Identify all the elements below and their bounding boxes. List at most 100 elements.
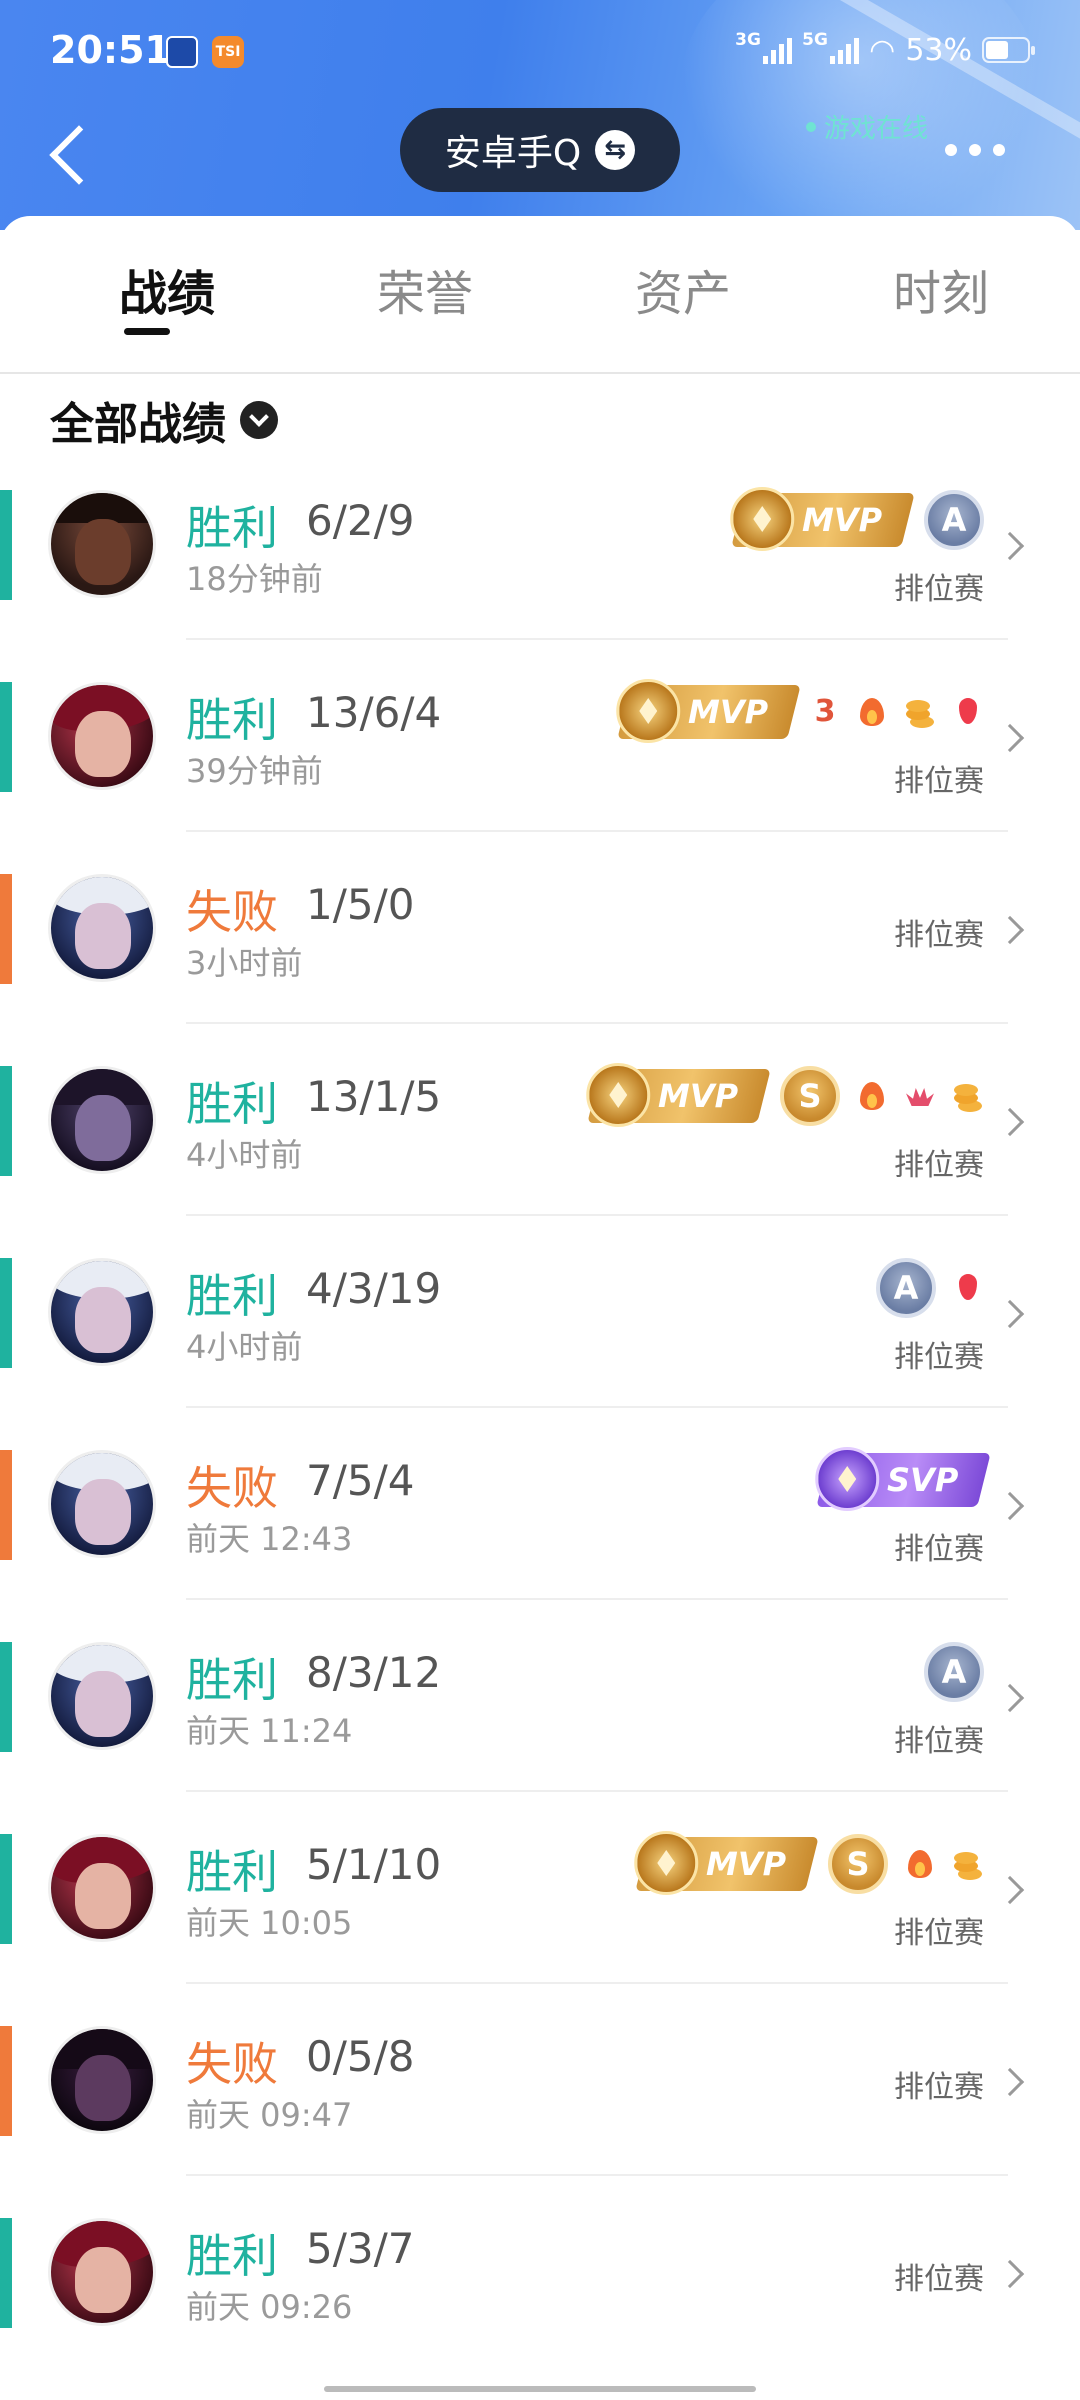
match-result: 胜利 — [186, 1077, 278, 1131]
fire-icon — [856, 1080, 888, 1112]
hero-avatar — [48, 1258, 156, 1366]
result-color-bar — [0, 1450, 12, 1560]
match-badges: A — [924, 1640, 984, 1704]
match-record-row[interactable]: 胜利 13/6/4 39分钟前 排位赛 MVP 3 — [0, 640, 1080, 832]
hero-face — [75, 903, 131, 969]
chevron-right-icon — [995, 1683, 1025, 1713]
match-result: 胜利 — [186, 1269, 278, 1323]
result-color-bar — [0, 682, 12, 792]
back-button[interactable] — [40, 112, 100, 192]
hero-avatar — [48, 1450, 156, 1558]
hero-avatar — [48, 1642, 156, 1750]
chevron-right-icon — [995, 1875, 1025, 1905]
notification-app-icon: TSI — [212, 36, 244, 68]
match-mode: 排位赛 — [894, 1340, 984, 1375]
chevron-right-icon — [995, 2067, 1025, 2097]
coins-icon — [952, 1080, 984, 1112]
mvp-emblem-icon — [586, 1063, 651, 1127]
hero-avatar — [48, 2218, 156, 2326]
signal-5g-icon: 5G — [802, 30, 860, 64]
mvp-badge: MVP — [586, 1063, 771, 1127]
match-record-row[interactable]: 失败 7/5/4 前天 12:43 排位赛 SVP — [0, 1408, 1080, 1600]
status-bar: 20:51 TSI 3G 5G ◠ 53% — [0, 0, 1080, 100]
grade-s-badge: S — [780, 1066, 840, 1126]
result-color-bar — [0, 1258, 12, 1368]
tab-bar: 战绩 荣誉 资产 时刻 — [0, 216, 1080, 374]
match-badges: MVP A — [730, 487, 984, 552]
battery-icon — [982, 37, 1035, 63]
lotus-icon — [904, 1080, 936, 1112]
match-record-row[interactable]: 胜利 8/3/12 前天 11:24 排位赛 A — [0, 1600, 1080, 1792]
svp-badge: SVP — [814, 1447, 991, 1511]
match-mode: 排位赛 — [894, 572, 984, 607]
match-record-row[interactable]: 胜利 4/3/19 4小时前 排位赛 A — [0, 1216, 1080, 1408]
match-badges: A — [876, 1256, 984, 1320]
match-result: 胜利 — [186, 501, 278, 555]
match-mode: 排位赛 — [894, 1148, 984, 1183]
more-dot — [969, 144, 981, 156]
chevron-right-icon — [995, 1299, 1025, 1329]
fire-icon — [856, 696, 888, 728]
match-mode: 排位赛 — [894, 764, 984, 799]
home-indicator[interactable] — [324, 2386, 756, 2392]
hero-face — [75, 1287, 131, 1353]
coins-icon — [904, 696, 936, 728]
mvp-label: MVP — [687, 693, 768, 731]
match-result: 胜利 — [186, 693, 278, 747]
hero-avatar — [48, 2026, 156, 2134]
online-dot-icon — [806, 121, 816, 132]
match-time: 前天 11:24 — [186, 1712, 353, 1750]
match-mode: 排位赛 — [894, 2262, 984, 2297]
network-3g-label: 3G — [735, 30, 761, 50]
match-time: 3小时前 — [186, 944, 303, 982]
match-record-row[interactable]: 失败 0/5/8 前天 09:47 排位赛 — [0, 1984, 1080, 2176]
tab-assets[interactable]: 资产 — [583, 254, 783, 324]
result-color-bar — [0, 874, 12, 984]
more-button[interactable] — [945, 130, 1015, 170]
mvp-emblem-icon — [616, 679, 681, 743]
chevron-right-icon — [995, 723, 1025, 753]
match-time: 前天 12:43 — [186, 1520, 353, 1558]
match-result: 失败 — [186, 2037, 278, 2091]
coins-icon — [952, 1848, 984, 1880]
bank-app-icon — [166, 36, 198, 68]
hero-avatar — [48, 874, 156, 982]
match-record-row[interactable]: 失败 1/5/0 3小时前 排位赛 — [0, 832, 1080, 1024]
match-badges: SVP — [814, 1447, 991, 1512]
svp-label: SVP — [886, 1461, 958, 1499]
match-mode: 排位赛 — [894, 1916, 984, 1951]
result-color-bar — [0, 2026, 12, 2136]
match-badges: MVP S — [586, 1063, 984, 1128]
match-kda: 8/3/12 — [306, 1648, 442, 1697]
mvp-badge: MVP — [730, 487, 915, 551]
match-record-row[interactable]: 胜利 13/1/5 4小时前 排位赛 MVP S — [0, 1024, 1080, 1216]
match-badges: MVP S — [634, 1831, 984, 1896]
mvp-badge: MVP — [634, 1831, 819, 1895]
result-color-bar — [0, 1642, 12, 1752]
mvp-emblem-icon — [730, 487, 795, 551]
result-color-bar — [0, 1066, 12, 1176]
records-filter-dropdown[interactable]: 全部战绩 — [50, 390, 278, 450]
mvp-emblem-icon — [634, 1831, 699, 1895]
svp-emblem-icon — [814, 1447, 879, 1511]
match-kda: 5/3/7 — [306, 2224, 415, 2273]
match-kda: 6/2/9 — [306, 496, 415, 545]
account-switch-button[interactable]: 安卓手Q ⇆ — [400, 108, 680, 192]
hero-face — [75, 1095, 131, 1161]
chevron-right-icon — [995, 1491, 1025, 1521]
match-record-row[interactable]: 胜利 5/3/7 前天 09:26 排位赛 — [0, 2176, 1080, 2368]
mvp-label: MVP — [657, 1077, 738, 1115]
match-record-row[interactable]: 胜利 6/2/9 18分钟前 排位赛 MVP A — [0, 448, 1080, 640]
chevron-right-icon — [995, 1107, 1025, 1137]
match-kda: 7/5/4 — [306, 1456, 415, 1505]
chevron-right-icon — [995, 531, 1025, 561]
tab-moments[interactable]: 时刻 — [841, 254, 1041, 324]
match-result: 胜利 — [186, 1845, 278, 1899]
match-result: 失败 — [186, 1461, 278, 1515]
tab-honors[interactable]: 荣誉 — [325, 254, 525, 324]
match-record-row[interactable]: 胜利 5/1/10 前天 10:05 排位赛 MVP S — [0, 1792, 1080, 1984]
hero-face — [75, 2247, 131, 2313]
tab-records[interactable]: 战绩 — [67, 254, 267, 324]
status-time: 20:51 — [50, 28, 171, 72]
hero-avatar — [48, 682, 156, 790]
